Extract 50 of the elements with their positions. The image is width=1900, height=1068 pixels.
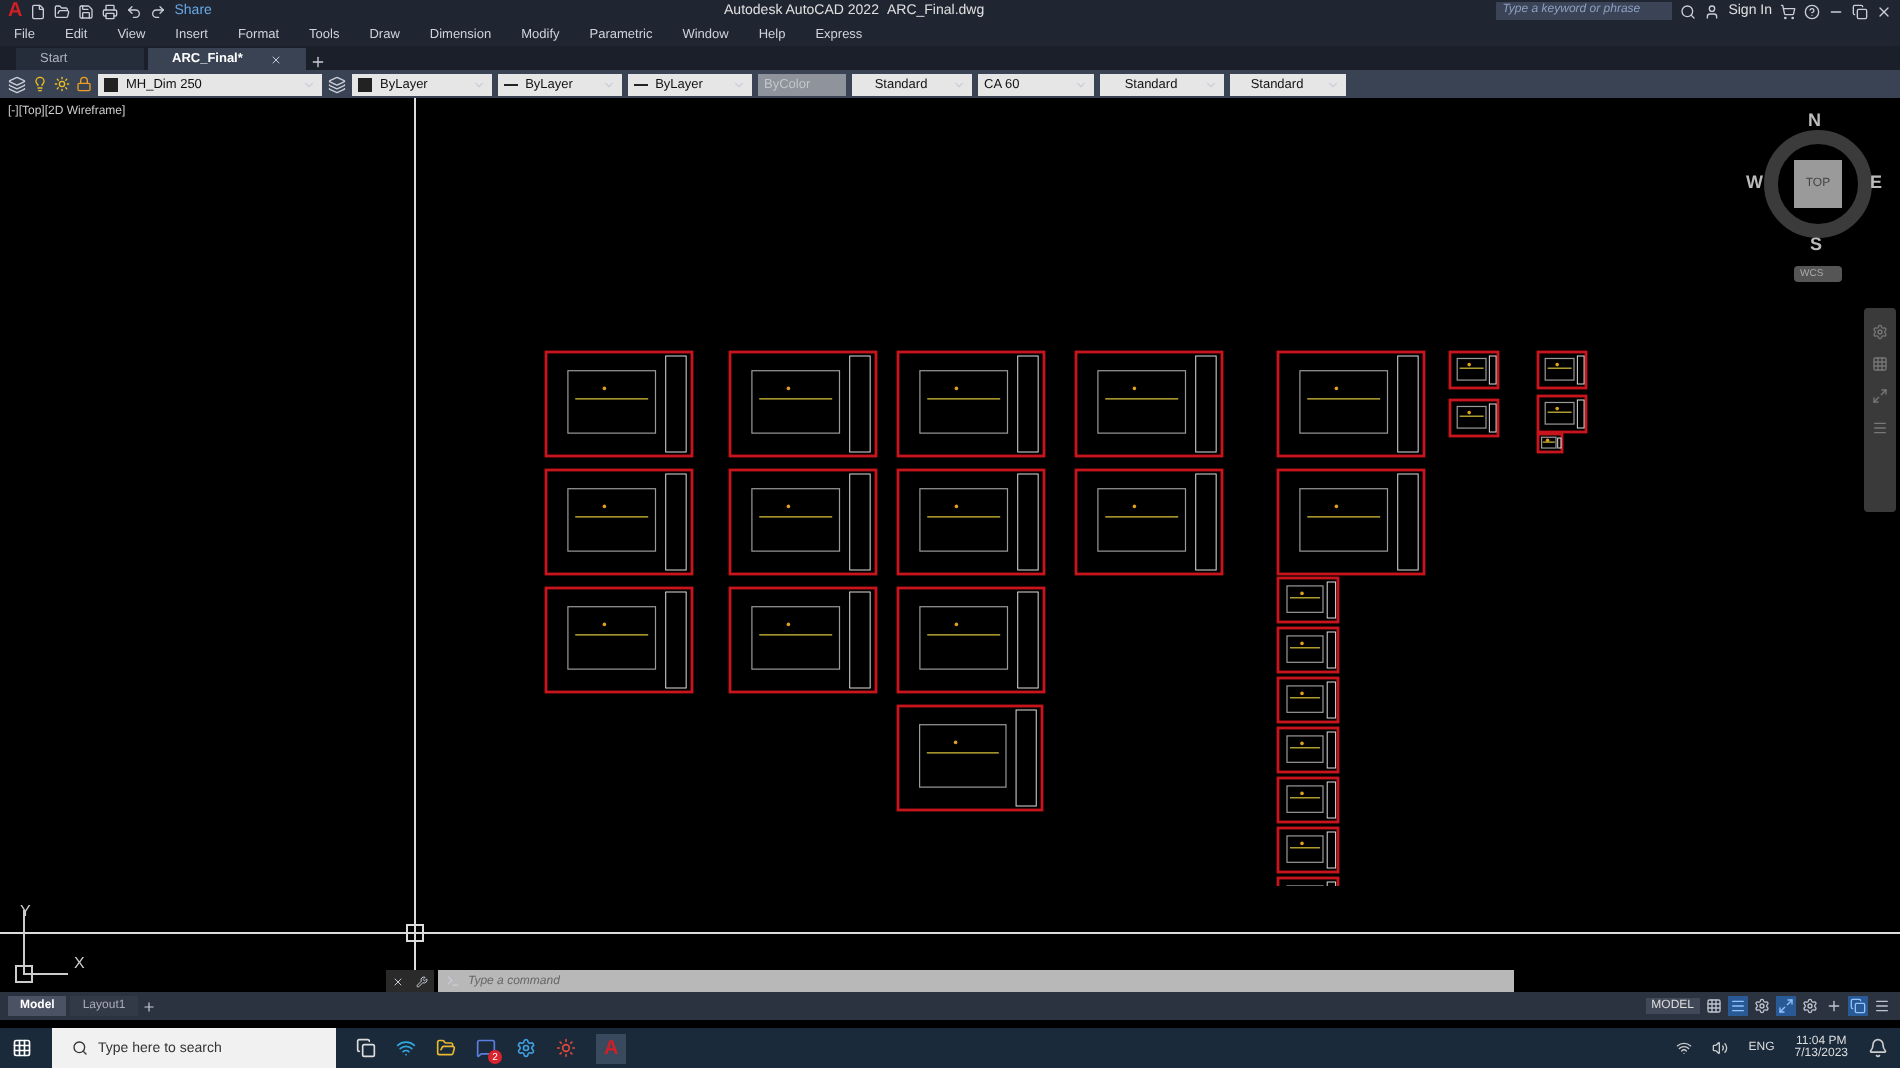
new-tab-icon[interactable] xyxy=(310,54,327,70)
chevron-down-icon xyxy=(602,77,617,91)
layers-icon[interactable] xyxy=(8,75,26,93)
save-icon[interactable] xyxy=(78,3,95,19)
redo-icon[interactable] xyxy=(150,3,167,19)
plus-icon[interactable] xyxy=(1824,996,1844,1016)
search-icon[interactable] xyxy=(1680,3,1697,19)
help-icon[interactable] xyxy=(1804,3,1820,19)
properties-icon[interactable] xyxy=(1848,996,1868,1016)
compass-direction[interactable]: W xyxy=(1746,172,1763,192)
chevron-down-icon xyxy=(1326,77,1341,91)
wrench-icon[interactable] xyxy=(416,975,428,987)
restore-icon[interactable] xyxy=(1852,3,1868,19)
chevron-down-icon xyxy=(1204,77,1219,91)
compass-direction[interactable]: E xyxy=(1870,172,1883,192)
close-icon[interactable] xyxy=(1876,3,1892,19)
user-icon xyxy=(1704,3,1721,19)
close-tab-icon[interactable] xyxy=(270,53,283,65)
compass-direction[interactable]: N xyxy=(1808,110,1821,130)
settings-icon[interactable] xyxy=(1800,996,1820,1016)
chevron-down-icon xyxy=(1074,77,1088,91)
command-line-grip[interactable] xyxy=(386,970,434,992)
cart-icon[interactable] xyxy=(1780,3,1796,19)
start-icon[interactable] xyxy=(12,1038,32,1058)
chevron-down-icon xyxy=(472,77,486,91)
layer-tools-icon[interactable] xyxy=(328,75,346,93)
lock-icon[interactable] xyxy=(76,76,92,92)
menu-icon[interactable] xyxy=(1872,996,1892,1016)
axis-label: X xyxy=(74,954,85,972)
compass-direction[interactable]: S xyxy=(1810,234,1823,254)
axis-label: Y xyxy=(20,902,31,920)
print-icon[interactable] xyxy=(102,3,119,19)
volume-icon[interactable] xyxy=(1712,1040,1729,1056)
undo-icon[interactable] xyxy=(126,3,143,19)
chevron-down-icon xyxy=(732,77,747,91)
grid-icon[interactable] xyxy=(1704,996,1724,1016)
bulb-icon[interactable] xyxy=(32,76,48,92)
search-icon xyxy=(72,1040,88,1056)
close-icon[interactable] xyxy=(392,975,404,987)
open-folder-icon[interactable] xyxy=(54,3,71,19)
folder-icon[interactable] xyxy=(436,1038,456,1058)
chevron-down-icon xyxy=(952,77,967,91)
task-view-icon[interactable] xyxy=(356,1038,376,1058)
network-icon[interactable] xyxy=(1676,1040,1693,1056)
app-icon[interactable] xyxy=(516,1038,536,1058)
notifications-icon[interactable] xyxy=(1868,1038,1888,1058)
new-file-icon[interactable] xyxy=(30,3,47,19)
add-layout-icon[interactable] xyxy=(141,999,156,1013)
chevron-down-icon xyxy=(302,77,316,91)
sun-icon[interactable] xyxy=(54,76,70,92)
